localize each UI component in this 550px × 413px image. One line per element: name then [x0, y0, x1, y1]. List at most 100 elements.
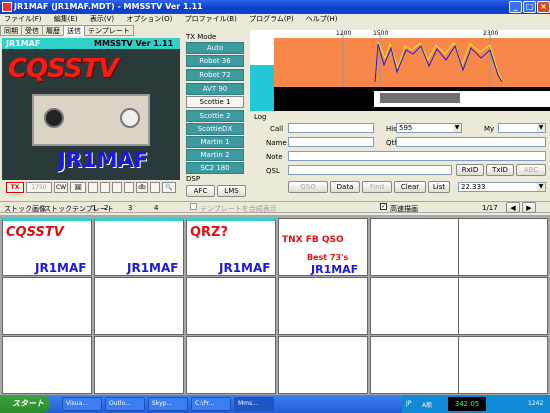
stock-page-1[interactable]: 1 [92, 204, 96, 212]
stock-cell-15[interactable] [186, 336, 276, 394]
freq-combo[interactable]: 22.333 ▼ [458, 182, 546, 192]
mode-scottie-dx[interactable]: ScottieDX [186, 123, 244, 135]
stock-cell-3[interactable]: QRZ? JR1MAF [186, 218, 276, 276]
preview-right-label: MMSSTV Ver 1.11 [94, 39, 174, 48]
radio-dial [44, 108, 64, 128]
stock-cell-14[interactable] [94, 336, 184, 394]
db-button[interactable]: db [136, 182, 148, 193]
stock-cell-17[interactable] [370, 336, 460, 394]
spectrum-display[interactable]: 1200 1500 2300 [250, 30, 550, 87]
qth-field[interactable] [396, 137, 546, 147]
stock-cell-12[interactable] [458, 277, 548, 335]
next-page-icon[interactable]: ▶ [522, 202, 536, 213]
menu-view[interactable]: 表示(V) [90, 15, 114, 23]
clear-button[interactable]: Clear [394, 181, 426, 193]
minimize-button[interactable]: _ [509, 1, 522, 13]
blank-button-2[interactable] [100, 182, 110, 193]
compose-checkbox[interactable] [190, 203, 197, 210]
note-field[interactable] [288, 151, 546, 161]
tab-sync[interactable]: 同期 [0, 25, 22, 36]
menu-file[interactable]: ファイル(F) [4, 15, 42, 23]
chevron-down-icon[interactable]: ▼ [453, 124, 461, 132]
stock-cell-18[interactable] [458, 336, 548, 394]
task-visual[interactable]: Visua... [62, 397, 102, 411]
afc-button[interactable]: AFC [186, 185, 215, 197]
stock-cell-4[interactable]: TNX FB QSO Best 73's JR1MAF [278, 218, 368, 276]
stock-cell-2[interactable]: JR1MAF [94, 218, 184, 276]
tray-jp[interactable]: JP [406, 400, 411, 407]
mode-sc2-180[interactable]: SC2 180 [186, 162, 244, 174]
picture-button[interactable]: 🖼 [70, 182, 86, 193]
name-field[interactable] [288, 137, 374, 147]
stock-image-tab[interactable]: ストック画像 [4, 204, 46, 214]
stock-cell-10[interactable] [278, 277, 368, 335]
txid-button[interactable]: TxID [486, 164, 514, 176]
mode-robot-72[interactable]: Robot 72 [186, 69, 244, 81]
blank-button-3[interactable] [112, 182, 122, 193]
stock-cell-13[interactable] [2, 336, 92, 394]
my-combo[interactable]: ▼ [498, 123, 546, 133]
mode-auto[interactable]: Auto [186, 42, 244, 54]
stock-page-2[interactable]: 2 [104, 204, 108, 212]
cw-button[interactable]: CW [54, 182, 68, 193]
menu-option[interactable]: オプション(O) [126, 15, 172, 23]
blank-button-5[interactable] [150, 182, 160, 193]
stock-cell-8[interactable] [94, 277, 184, 335]
task-outlook[interactable]: Outlo... [105, 397, 145, 411]
tab-rx[interactable]: 受信 [21, 25, 43, 36]
call-field[interactable] [288, 123, 374, 133]
mode-scottie-2[interactable]: Scottie 2 [186, 110, 244, 122]
my-label: My [484, 125, 495, 133]
tx-image-preview[interactable]: JR1MAF MMSSTV Ver 1.11 CQSSTV JR1MAF [2, 38, 180, 180]
his-combo[interactable]: 595 ▼ [396, 123, 462, 133]
tab-tx[interactable]: 送信 [63, 25, 85, 36]
tab-history[interactable]: 履歴 [42, 25, 64, 36]
tab-template[interactable]: テンプレート [84, 25, 134, 36]
chevron-down-icon[interactable]: ▼ [537, 183, 545, 191]
mode-martin-2[interactable]: Martin 2 [186, 149, 244, 161]
mode-avt-90[interactable]: AVT 90 [186, 83, 244, 95]
stock-cell-6[interactable] [458, 218, 548, 276]
stock-cell-5[interactable] [370, 218, 460, 276]
qsl-field[interactable] [288, 165, 452, 175]
chevron-down-icon[interactable]: ▼ [537, 124, 545, 132]
qso-button[interactable]: QSO [288, 181, 328, 193]
mode-martin-1[interactable]: Martin 1 [186, 136, 244, 148]
menu-help[interactable]: ヘルプ(H) [306, 15, 338, 23]
stock-cell-1[interactable]: CQSSTV JR1MAF [2, 218, 92, 276]
stock-cell-9[interactable] [186, 277, 276, 335]
mode-scottie-1[interactable]: Scottie 1 [186, 96, 244, 108]
task-cpr[interactable]: C:\Pr... [191, 397, 231, 411]
start-button[interactable]: スタート [0, 395, 50, 413]
tx-button[interactable]: TX [6, 182, 24, 193]
blank-button-4[interactable] [124, 182, 134, 193]
data-button[interactable]: Data [330, 181, 360, 193]
list-button[interactable]: List [428, 181, 450, 193]
maximize-button[interactable]: □ [523, 1, 536, 13]
menu-edit[interactable]: 編集(E) [54, 15, 78, 23]
prev-page-icon[interactable]: ◀ [506, 202, 520, 213]
close-button[interactable]: × [537, 1, 550, 13]
blank-button-1[interactable] [88, 182, 98, 193]
waterfall-display[interactable] [250, 87, 550, 111]
abc-button[interactable]: ABC [516, 164, 546, 176]
lms-button[interactable]: LMS [217, 185, 246, 197]
menu-program[interactable]: プログラム(P) [249, 15, 293, 23]
preview-callsign: JR1MAF [58, 148, 149, 172]
signal-level-cyan [250, 65, 274, 87]
log-label: Log [254, 113, 267, 121]
fast-checkbox[interactable]: ✓ [380, 203, 387, 210]
stock-cell-7[interactable] [2, 277, 92, 335]
tray-ime[interactable]: A般 [422, 400, 432, 409]
mode-robot-36[interactable]: Robot 36 [186, 55, 244, 67]
find-button[interactable]: Find [362, 181, 392, 193]
task-skype[interactable]: Skyp... [148, 397, 188, 411]
stock-cell-16[interactable] [278, 336, 368, 394]
stock-page-4[interactable]: 4 [154, 204, 158, 212]
menu-profile[interactable]: プロファイル(B) [185, 15, 237, 23]
zoom-icon[interactable]: 🔍 [162, 182, 176, 193]
stock-cell-11[interactable] [370, 277, 460, 335]
stock-page-3[interactable]: 3 [128, 204, 132, 212]
rxid-button[interactable]: RxID [456, 164, 484, 176]
task-mmsstv[interactable]: Mms... [234, 397, 274, 411]
